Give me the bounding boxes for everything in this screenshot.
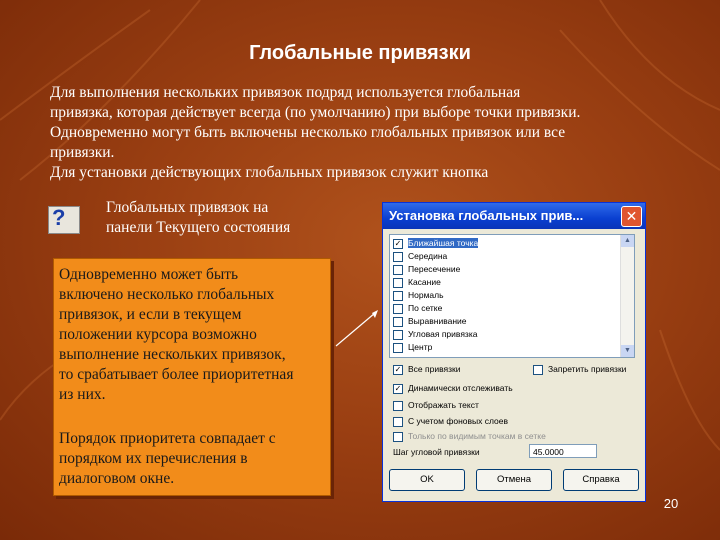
callout-line: из них. (59, 386, 106, 403)
list-item-alignment[interactable]: Выравнивание (393, 316, 467, 328)
dialog-title: Установка глобальных прив... (389, 208, 584, 223)
angle-step-label: Шаг угловой привязки (393, 447, 480, 457)
list-item-grid[interactable]: По сетке (393, 303, 442, 315)
callout-line: диалоговом окне. (59, 470, 175, 487)
body-line: Для выполнения нескольких привязок подря… (50, 84, 521, 101)
checkbox[interactable] (393, 290, 403, 301)
scroll-down-icon[interactable]: ▼ (621, 345, 634, 357)
callout-line: выполнение нескольких привязок, (59, 346, 286, 363)
callout-line: порядком их перечисления в (59, 450, 248, 467)
all-snaps-checkbox[interactable]: ✓ Все привязки (393, 364, 460, 375)
current-view-checkbox[interactable]: Только по видимым точкам в сетке (393, 431, 546, 442)
checkbox[interactable] (393, 251, 403, 262)
checkbox-checked[interactable]: ✓ (393, 238, 403, 249)
slide-title: Глобальные привязки (249, 42, 471, 64)
help-button[interactable]: Справка (563, 469, 639, 491)
callout-line: Порядок приоритета совпадает с (59, 430, 276, 447)
list-item-center[interactable]: Центр (393, 342, 432, 354)
snaps-list[interactable]: ✓ Ближайшая точка Середина Пересечение Ка… (389, 234, 635, 358)
dialog-titlebar[interactable]: Установка глобальных прив... ✕ (383, 203, 645, 229)
checkbox[interactable] (393, 277, 403, 288)
dynamic-tracking-checkbox[interactable]: ✓ Динамически отслеживать (393, 383, 513, 394)
scroll-up-icon[interactable]: ▲ (621, 235, 634, 247)
pointer-arrowhead (372, 310, 378, 318)
callout-box: Одновременно может быть включено несколь… (53, 258, 331, 496)
angle-step-input[interactable]: 45.0000 (529, 444, 597, 458)
list-item-intersection[interactable]: Пересечение (393, 264, 460, 276)
body-text: Для выполнения нескольких привязок подря… (50, 83, 690, 183)
pointer-arrow-line (335, 312, 376, 347)
snap-settings-dialog: Установка глобальных прив... ✕ ✓ Ближайша… (382, 202, 646, 502)
show-text-checkbox[interactable]: Отображать текст (393, 400, 479, 411)
checkbox[interactable] (393, 329, 403, 340)
icon-caption-line: панели Текущего состояния (106, 219, 291, 236)
list-item-nearest-point[interactable]: ✓ Ближайшая точка (393, 238, 479, 250)
checkbox[interactable] (393, 342, 403, 353)
cancel-button[interactable]: Отмена (476, 469, 552, 491)
body-line: Для установки действующих глобальных при… (50, 164, 489, 181)
ok-button[interactable]: OK (389, 469, 465, 491)
list-scrollbar[interactable]: ▲ ▼ (620, 235, 634, 357)
background-layers-checkbox[interactable]: С учетом фоновых слоев (393, 416, 508, 427)
page-number: 20 (663, 496, 679, 511)
disable-snaps-checkbox[interactable]: Запретить привязки (533, 364, 626, 375)
list-item-midpoint[interactable]: Середина (393, 251, 447, 263)
list-item-normal[interactable]: Нормаль (393, 290, 444, 302)
callout-line: включено несколько глобальных (59, 286, 275, 303)
list-item-angle-snap[interactable]: Угловая привязка (393, 329, 477, 341)
body-line: привязка, которая действует всегда (по у… (50, 104, 581, 121)
callout-line: Одновременно может быть (59, 266, 239, 283)
checkbox[interactable] (393, 303, 403, 314)
callout-line: то срабатывает более приоритетная (59, 366, 294, 383)
list-item-tangent[interactable]: Касание (393, 277, 441, 289)
checkbox[interactable] (393, 316, 403, 327)
callout-line: положении курсора возможно (59, 326, 257, 343)
callout-paragraph-2: Порядок приоритета совпадает с порядком … (54, 429, 280, 489)
body-line: Одновременно могут быть включены несколь… (50, 124, 566, 141)
callout-paragraph-1: Одновременно может быть включено несколь… (54, 265, 297, 405)
checkbox[interactable] (393, 264, 403, 275)
body-line: привязки. (50, 144, 115, 161)
callout-line: привязок, и если в текущем (59, 306, 242, 323)
close-icon: ✕ (625, 208, 638, 224)
global-snaps-icon: ? (48, 205, 80, 234)
icon-caption-line: Глобальных привязок на (106, 199, 269, 216)
close-button[interactable]: ✕ (621, 206, 642, 227)
icon-caption: Глобальных привязок на панели Текущего с… (106, 198, 346, 238)
